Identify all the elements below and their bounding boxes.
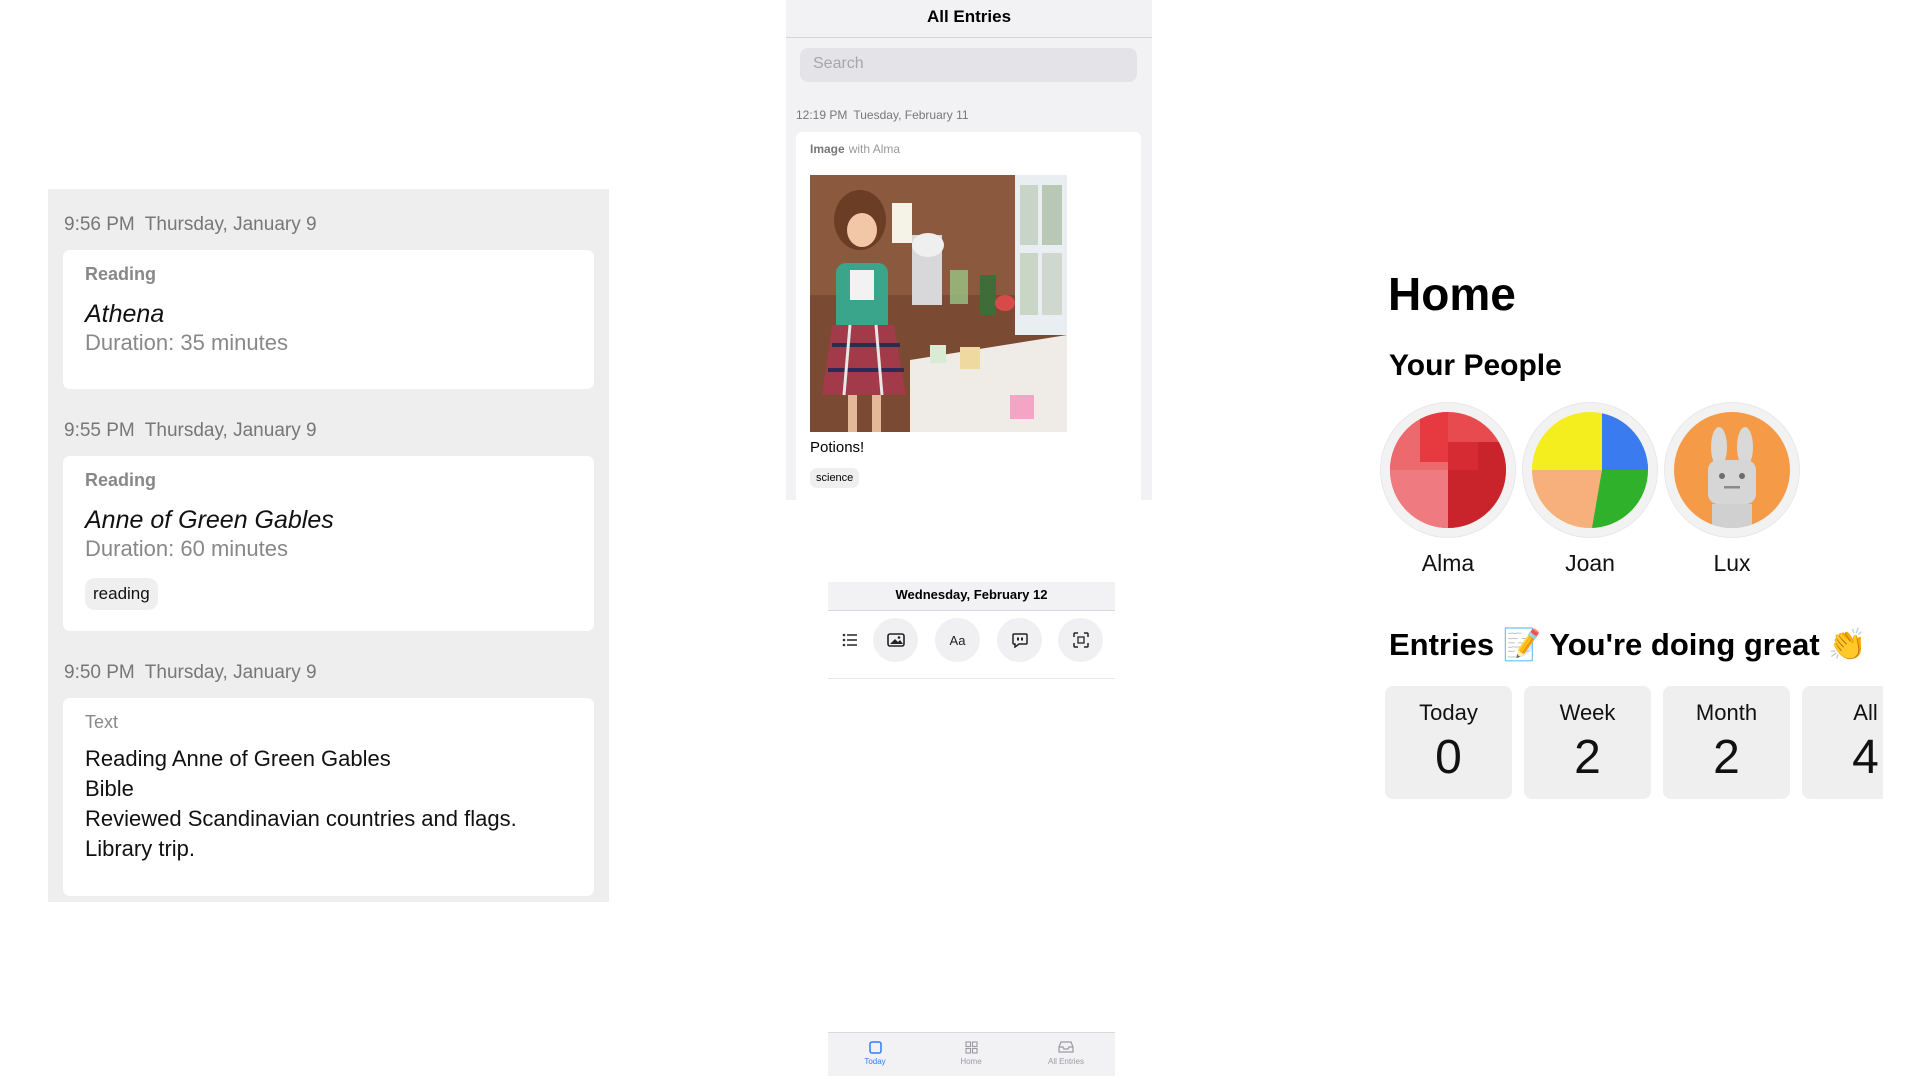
all-entries-screen: All Entries Search 12:19 PM Tuesday, Febr…: [786, 0, 1152, 500]
entry-type: Text: [85, 712, 119, 732]
avatar[interactable]: [1664, 402, 1800, 538]
tag-pill[interactable]: science: [810, 468, 860, 488]
entry-text-line: Reviewed Scandinavian countries and flag…: [85, 806, 517, 831]
tab-all-entries[interactable]: All Entries: [1026, 1039, 1106, 1066]
divider: [828, 678, 1115, 679]
entry-duration: Duration: 35 minutes: [85, 330, 288, 355]
stat-label: Week: [1559, 700, 1616, 725]
entry-timestamp: 9:55 PM Thursday, January 9: [64, 420, 317, 442]
bunny-avatar: [1674, 412, 1790, 528]
entry-card-reading[interactable]: Reading Anne of Green Gables Duration: 6…: [63, 456, 594, 631]
stat-value: 2: [1713, 731, 1740, 784]
entry-card-reading[interactable]: Reading Athena Duration: 35 minutes: [63, 250, 594, 389]
entry-duration: Duration: 60 minutes: [85, 536, 288, 561]
tab-label: Home: [960, 1057, 982, 1066]
entry-timestamp: 12:19 PM Tuesday, February 11: [796, 108, 969, 122]
tab-bar: Today Home All Entries: [828, 1032, 1115, 1076]
red-blocks-avatar: [1390, 412, 1506, 528]
page-title: Home: [1388, 268, 1516, 320]
person-name: Joan: [1565, 550, 1615, 576]
grid-icon: [931, 1039, 1011, 1055]
stat-label: Month: [1695, 700, 1758, 725]
entry-stats-row: Today 0 Week 2 Month 2 All 4: [1380, 686, 1883, 800]
journal-entries-panel: 9:56 PM Thursday, January 9 Reading Athen…: [48, 189, 609, 902]
entry-time: 9:50 PM: [64, 662, 135, 683]
entry-date: Thursday, January 9: [144, 662, 317, 683]
section-title-people: Your People: [1389, 349, 1562, 382]
entry-date: Thursday, January 9: [144, 214, 317, 235]
person-alma[interactable]: Alma: [1380, 402, 1516, 577]
tray-icon: [1026, 1039, 1106, 1055]
avatar[interactable]: [1380, 402, 1516, 538]
stat-card-week[interactable]: Week 2: [1524, 686, 1651, 799]
entry-text-line: Reading Anne of Green Gables: [85, 746, 391, 771]
entry-title: Anne of Green Gables: [85, 506, 334, 534]
entry-timestamp: 9:56 PM Thursday, January 9: [64, 214, 317, 236]
list-icon[interactable]: [838, 618, 862, 662]
entry-date: Thursday, January 9: [144, 420, 317, 441]
entry-type: Reading: [85, 470, 157, 490]
tab-today[interactable]: Today: [835, 1039, 915, 1066]
text-icon[interactable]: Aa: [935, 618, 980, 662]
entry-text-line: Library trip.: [85, 836, 196, 861]
entry-time: 9:55 PM: [64, 420, 135, 441]
entry-card-text[interactable]: Text Reading Anne of Green Gables Bible …: [63, 698, 594, 896]
entry-text-line: Bible: [85, 776, 134, 801]
entry-date: Tuesday, February 11: [853, 108, 969, 122]
stat-value: 0: [1435, 731, 1462, 784]
entry-toolbar: Aa: [828, 618, 1115, 662]
nav-title: All Entries: [926, 7, 1012, 26]
entry-text-body: Reading Anne of Green Gables Bible Revie…: [85, 744, 517, 864]
today-icon: [835, 1039, 915, 1055]
home-screen: Home Your People Alma Joan Lux Entries 📝…: [1380, 240, 1920, 940]
entry-time: 12:19 PM: [796, 108, 848, 122]
person-name: Alma: [1421, 550, 1475, 576]
entry-type: Image: [810, 142, 845, 156]
kitchen-photo: [810, 175, 1067, 432]
stat-card-today[interactable]: Today 0: [1385, 686, 1512, 799]
today-screen: Wednesday, February 12 Aa Today Home All…: [828, 582, 1115, 1076]
avatar[interactable]: [1522, 402, 1658, 538]
entry-with: with Alma: [848, 142, 901, 156]
person-lux[interactable]: Lux: [1664, 402, 1800, 577]
quote-bubble-icon[interactable]: [997, 618, 1042, 662]
divider: [786, 37, 1152, 38]
entry-time: 9:56 PM: [64, 214, 135, 235]
tab-home[interactable]: Home: [931, 1039, 1011, 1066]
section-title-entries: Entries 📝 You're doing great 👏: [1389, 627, 1867, 662]
today-date-header: Wednesday, February 12: [828, 582, 1115, 611]
entry-caption: Potions!: [810, 439, 865, 456]
search-input[interactable]: Search: [800, 48, 1137, 82]
person-name: Lux: [1713, 550, 1751, 576]
tab-label: Today: [864, 1057, 886, 1066]
entry-type: Reading: [85, 264, 157, 284]
stat-card-all[interactable]: All 4: [1802, 686, 1883, 799]
colorful-blocks-avatar: [1532, 412, 1648, 528]
stat-card-month[interactable]: Month 2: [1663, 686, 1790, 799]
photo-icon[interactable]: [873, 618, 918, 662]
stat-value: 2: [1574, 731, 1601, 784]
entry-timestamp: 9:50 PM Thursday, January 9: [64, 662, 317, 684]
scan-icon[interactable]: [1058, 618, 1103, 662]
entry-kind: Image with Alma: [810, 142, 900, 156]
image-entry-card[interactable]: Image with Alma Potions! science: [796, 132, 1141, 500]
stat-label: Today: [1419, 700, 1478, 725]
tag-pill[interactable]: reading: [85, 578, 158, 610]
stat-value: 4: [1852, 731, 1879, 784]
entry-title: Athena: [85, 300, 165, 328]
tab-label: All Entries: [1047, 1057, 1084, 1066]
person-joan[interactable]: Joan: [1522, 402, 1658, 577]
stat-label: All: [1853, 700, 1878, 725]
entry-photo[interactable]: [810, 175, 1067, 432]
